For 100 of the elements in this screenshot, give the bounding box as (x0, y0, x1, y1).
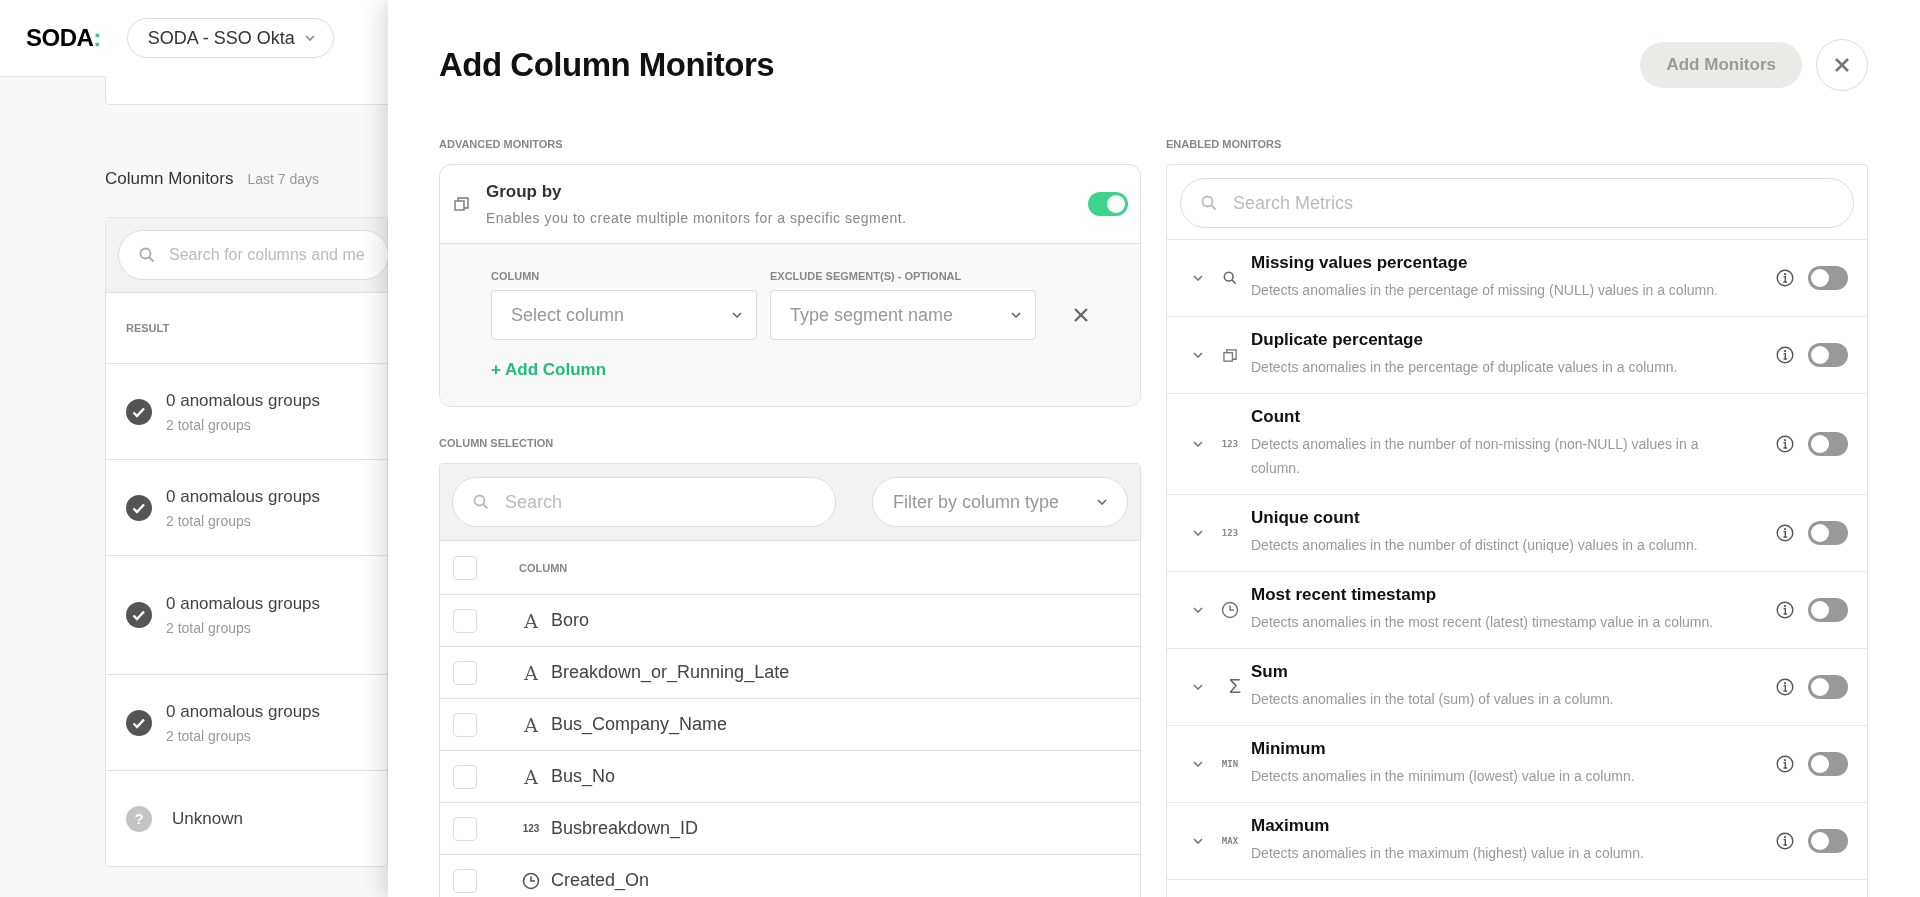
result-subtitle: 2 total groups (166, 512, 252, 529)
toggle-switch[interactable] (1808, 343, 1848, 367)
checkbox[interactable] (453, 608, 477, 633)
checkbox[interactable] (453, 712, 477, 737)
remove-icon[interactable] (1074, 308, 1088, 322)
field-label: COLUMN (491, 270, 541, 282)
search-input[interactable]: Search for columns and me (169, 246, 368, 264)
logo[interactable]: SODA: (26, 24, 101, 52)
duplicate-icon (454, 196, 470, 212)
monitor-description: Detects anomalies in the number of non-missing (non-NULL) values in a column. (1251, 435, 1700, 478)
chevron-icon[interactable] (1193, 606, 1203, 613)
monitor-title: Minimum (1251, 738, 1327, 759)
chevron-icon[interactable] (1193, 529, 1203, 536)
search-icon (473, 494, 489, 510)
toggle-switch[interactable] (1808, 674, 1848, 699)
column-type-filter[interactable]: Filter by column type (872, 477, 1128, 527)
monitor-description: Detects anomalies in the percentage of missing (NULL) values in a column. (1251, 281, 1719, 301)
monitor-title: Most recent timestamp (1251, 584, 1438, 605)
monitor-title: Duplicate percentage (1251, 330, 1424, 351)
toggle-switch[interactable] (1808, 828, 1848, 853)
section-title: Column Monitors (105, 169, 234, 189)
column-select[interactable]: Select column (491, 290, 757, 340)
text-type-icon: A (524, 765, 538, 788)
chevron-icon (732, 312, 742, 318)
text-type-icon: A (524, 609, 538, 632)
column-name: Bus_No (551, 766, 616, 787)
segment-select[interactable]: Type segment name (770, 290, 1036, 340)
column-name: Created_On (551, 870, 650, 891)
chevron-icon (1097, 499, 1107, 505)
chevron-icon[interactable] (1193, 275, 1203, 281)
column-name: Bus_Company_Name (551, 714, 728, 735)
checkbox[interactable] (453, 816, 477, 841)
toggle-switch[interactable] (1808, 751, 1848, 776)
group-by-title: Group by (486, 182, 563, 202)
monitor-title: Missing values percentage (1251, 253, 1469, 274)
organization-dropdown[interactable]: SODA - SSO Okta (126, 18, 334, 58)
add-column-link[interactable]: + Add Column (491, 360, 607, 380)
result-subtitle: 2 total groups (166, 727, 252, 744)
column-name: Boro (551, 610, 590, 631)
search-bar[interactable]: Search (452, 477, 836, 527)
close-button[interactable] (1816, 39, 1868, 91)
monitor-title: Sum (1251, 661, 1289, 682)
info-icon[interactable] (1776, 523, 1794, 542)
panel-title: Add Column Monitors (439, 46, 775, 84)
info-icon[interactable] (1776, 600, 1794, 619)
info-icon[interactable] (1776, 831, 1794, 850)
sum-icon: Σ (1228, 675, 1242, 699)
metric-type-icon: MAX (1221, 835, 1239, 846)
result-title: 0 anomalous groups (166, 701, 321, 722)
question-icon: ? (126, 805, 152, 832)
toggle-switch[interactable] (1808, 597, 1848, 622)
search-bar[interactable]: Search for columns and me (118, 230, 389, 280)
info-icon[interactable] (1776, 269, 1794, 287)
chevron-icon[interactable] (1193, 440, 1203, 447)
section-heading: COLUMN SELECTION (439, 437, 555, 451)
search-bar[interactable]: Search Metrics (1180, 178, 1854, 228)
chevron-icon (304, 35, 315, 41)
monitor-title: Maximum (1251, 815, 1331, 836)
toggle-switch[interactable] (1088, 192, 1128, 216)
group-by-description: Enables you to create multiple monitors for a specific segment. (486, 210, 908, 226)
monitor-title: Count (1251, 407, 1302, 427)
duplicate-icon (1222, 347, 1238, 363)
monitor-description: Detects anomalies in the total (sum) of values in a column. (1251, 689, 1615, 709)
result-title: Unknown (172, 808, 243, 829)
info-icon[interactable] (1776, 677, 1794, 696)
info-icon[interactable] (1776, 754, 1794, 773)
column-name: Busbreakdown_ID (551, 818, 699, 839)
field-label: EXCLUDE SEGMENT(S) - OPTIONAL (770, 270, 963, 282)
number-type-icon: 123 (522, 823, 540, 834)
monitor-description: Detects anomalies in the number of distinct (unique) values in a column. (1251, 535, 1699, 555)
clock-icon (1221, 600, 1239, 619)
chevron-icon[interactable] (1193, 683, 1203, 690)
search-icon (139, 247, 155, 263)
info-icon[interactable] (1776, 346, 1794, 364)
toggle-switch[interactable] (1808, 431, 1848, 456)
result-title: 0 anomalous groups (166, 594, 321, 614)
search-input[interactable]: Search Metrics (1231, 191, 1833, 215)
column-header: COLUMN (519, 561, 568, 574)
chevron-icon[interactable] (1193, 837, 1203, 844)
monitor-description: Detects anomalies in the minimum (lowest) value in a column. (1251, 766, 1636, 786)
info-icon[interactable] (1776, 434, 1794, 453)
monitor-description: Detects anomalies in the maximum (highest) value in a column. (1251, 843, 1645, 863)
search-input[interactable]: Search (503, 490, 815, 514)
checkbox[interactable] (453, 555, 477, 580)
close-icon (1834, 57, 1850, 73)
monitor-title: Unique count (1251, 507, 1361, 528)
chevron-icon[interactable] (1193, 352, 1203, 358)
checkbox[interactable] (453, 764, 477, 789)
text-type-icon: A (524, 661, 538, 684)
section-heading: ADVANCED MONITORS (439, 138, 564, 152)
checkbox[interactable] (453, 660, 477, 685)
chevron-icon (1011, 312, 1021, 318)
toggle-switch[interactable] (1808, 520, 1848, 545)
period-label: Last 7 days (247, 171, 320, 187)
chevron-icon[interactable] (1193, 760, 1203, 767)
toggle-switch[interactable] (1808, 266, 1848, 290)
checkbox[interactable] (453, 868, 477, 893)
monitor-description: Detects anomalies in the most recent (latest) timestamp value in a column. (1251, 612, 1715, 632)
metric-type-icon: 123 (1221, 438, 1239, 449)
section-heading: ENABLED MONITORS (1166, 138, 1283, 152)
